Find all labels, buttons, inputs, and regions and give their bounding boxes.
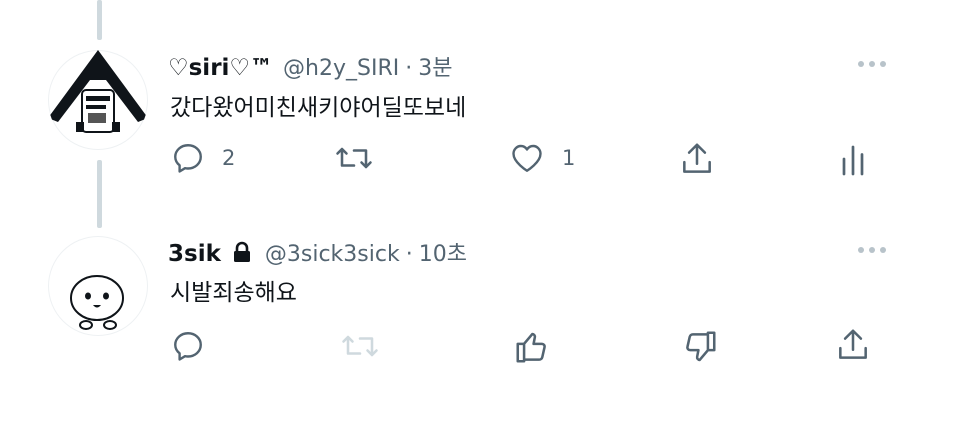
reply-icon	[174, 144, 202, 173]
separator: ·	[405, 242, 413, 267]
timestamp[interactable]: 3분	[418, 50, 452, 82]
retweet-icon	[336, 147, 372, 169]
tweet-text: 갔다왔어미친새키야어딜또보네	[170, 95, 467, 121]
user-handle[interactable]: @h2y_SIRI	[283, 56, 399, 81]
reply-icon	[174, 332, 202, 361]
tweet[interactable]: ♡siri♡™ @h2y_SIRI · 3분 갔다왔어미친새키야어딜또보네 2 …	[0, 0, 960, 200]
reply-button[interactable]	[170, 328, 206, 364]
thumbs-up-button[interactable]	[512, 328, 552, 366]
retweet-button[interactable]	[334, 140, 374, 176]
timestamp[interactable]: 10초	[419, 236, 467, 268]
retweet-icon	[342, 335, 378, 357]
share-button[interactable]	[834, 326, 872, 364]
tweet[interactable]: 3sik @3sick3sick · 10초 시발죄송해요	[0, 228, 960, 433]
heart-icon	[512, 144, 542, 172]
thumbs-up-icon	[516, 332, 546, 363]
retweet-button-disabled	[340, 328, 380, 364]
avatar-image	[70, 275, 124, 330]
lock-icon	[229, 241, 255, 263]
avatar-image	[48, 50, 148, 133]
avatar[interactable]	[48, 236, 148, 336]
tweet-text: 시발죄송해요	[170, 280, 297, 306]
like-count: 1	[562, 146, 576, 170]
separator: ·	[405, 56, 413, 81]
display-name[interactable]: 3sik	[168, 241, 221, 267]
share-button[interactable]	[678, 140, 716, 178]
reply-button[interactable]: 2	[170, 140, 235, 176]
share-icon	[839, 329, 867, 359]
analytics-button[interactable]	[838, 140, 868, 178]
thumbs-down-icon	[686, 331, 716, 362]
tweet-header: 3sik @3sick3sick · 10초	[168, 236, 467, 268]
more-options-icon[interactable]	[858, 247, 886, 253]
display-name[interactable]: ♡siri♡™	[168, 55, 273, 81]
tweet-header: ♡siri♡™ @h2y_SIRI · 3분	[168, 50, 452, 82]
more-options-icon[interactable]	[858, 61, 886, 67]
like-button[interactable]: 1	[508, 140, 575, 176]
user-handle[interactable]: @3sick3sick	[265, 242, 400, 267]
analytics-icon	[842, 145, 864, 176]
thumbs-down-button[interactable]	[680, 328, 720, 366]
reply-count: 2	[222, 146, 236, 170]
avatar[interactable]	[48, 50, 148, 150]
share-icon	[683, 143, 711, 173]
